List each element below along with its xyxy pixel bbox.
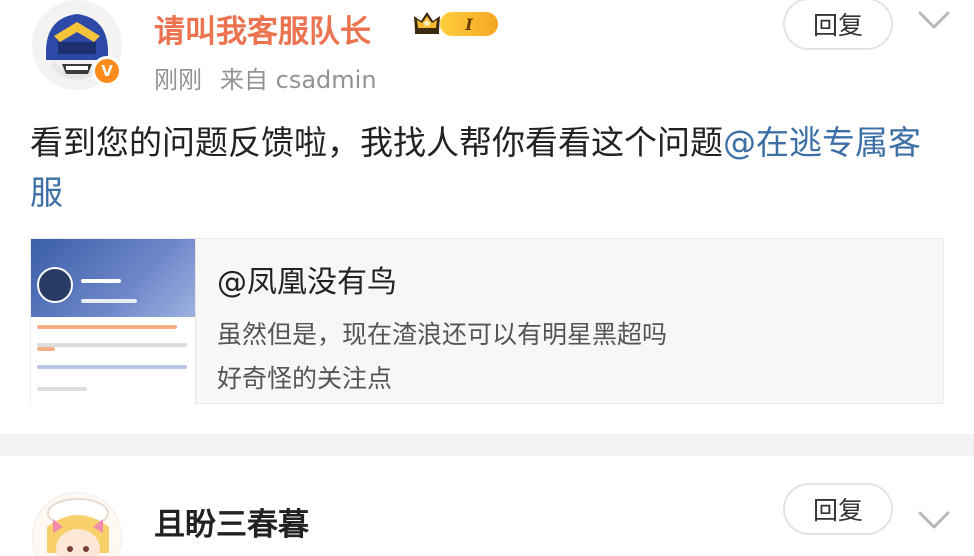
reply-button[interactable]: 回复 <box>783 483 893 535</box>
card-line: 好奇怪的关注点 <box>217 364 393 393</box>
comment-time: 刚刚 <box>154 66 202 94</box>
comment-username[interactable]: 且盼三春暮 <box>154 499 309 544</box>
level-badge: I <box>440 12 498 36</box>
post-thumbnail <box>31 239 196 405</box>
comment-source: 来自 csadmin <box>220 66 377 94</box>
comment-text: 看到您的问题反馈啦，我找人帮你看看这个问题@在逃专属客服 <box>30 118 942 218</box>
thumbnail-avatar <box>37 267 73 303</box>
comment-meta: 刚刚 来自 csadmin <box>154 60 377 95</box>
comment-body: 看到您的问题反馈啦，我找人帮你看看这个问题 <box>30 123 723 162</box>
crown-icon <box>414 12 440 34</box>
card-line: 虽然但是，现在渣浪还可以有明星黑超吗 <box>217 320 668 349</box>
verified-badge: V <box>92 56 122 86</box>
comment-username[interactable]: 请叫我客服队长 <box>154 6 371 51</box>
anime-avatar-icon <box>33 493 121 556</box>
section-divider <box>0 434 974 456</box>
quoted-post-card[interactable]: @凤凰没有鸟 虽然但是，现在渣浪还可以有明星黑超吗 好奇怪的关注点 <box>30 238 944 405</box>
card-title: @凤凰没有鸟 <box>217 265 397 300</box>
reply-button[interactable]: 回复 <box>783 0 893 50</box>
avatar[interactable] <box>32 492 122 556</box>
chevron-down-icon[interactable] <box>916 508 952 532</box>
chevron-down-icon[interactable] <box>916 8 952 32</box>
comment-item: V 请叫我客服队长 I 刚刚 来自 csadmin 回复 看到您的问题反馈啦，我找… <box>0 0 974 434</box>
